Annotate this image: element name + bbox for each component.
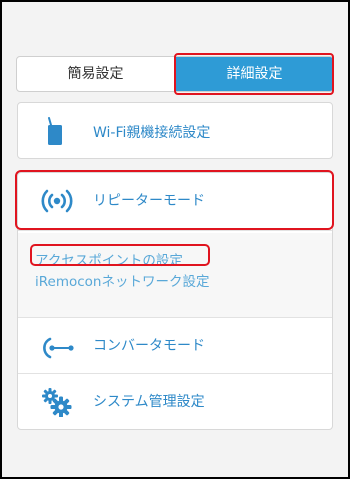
highlight-detail-tab [174,53,334,95]
converter-mode-label: コンバータモード [93,338,205,354]
converter-icon [40,336,76,364]
wifi-card: Wi-Fi親機接続設定 [17,102,333,159]
gear-icon [40,387,72,421]
highlight-repeater-mode [15,170,334,230]
highlight-access-point-settings [30,244,210,266]
iremocon-network-settings-link[interactable]: iRemoconネットワーク設定 [35,270,209,290]
wifi-parent-connection-label: Wi-Fi親機接続設定 [93,125,211,141]
converter-mode-item[interactable]: コンバータモード [18,318,332,373]
divider [18,230,332,231]
tab-simple-settings[interactable]: 簡易設定 [17,57,174,91]
system-management-label: システム管理設定 [93,394,205,410]
wifi-parent-connection-item[interactable]: Wi-Fi親機接続設定 [18,103,332,158]
settings-screen: 簡易設定 詳細設定 Wi-Fi親機接続設定 リピーターモード アクセスポイントの… [2,2,348,477]
router-icon [46,117,66,151]
system-management-item[interactable]: システム管理設定 [18,374,332,429]
